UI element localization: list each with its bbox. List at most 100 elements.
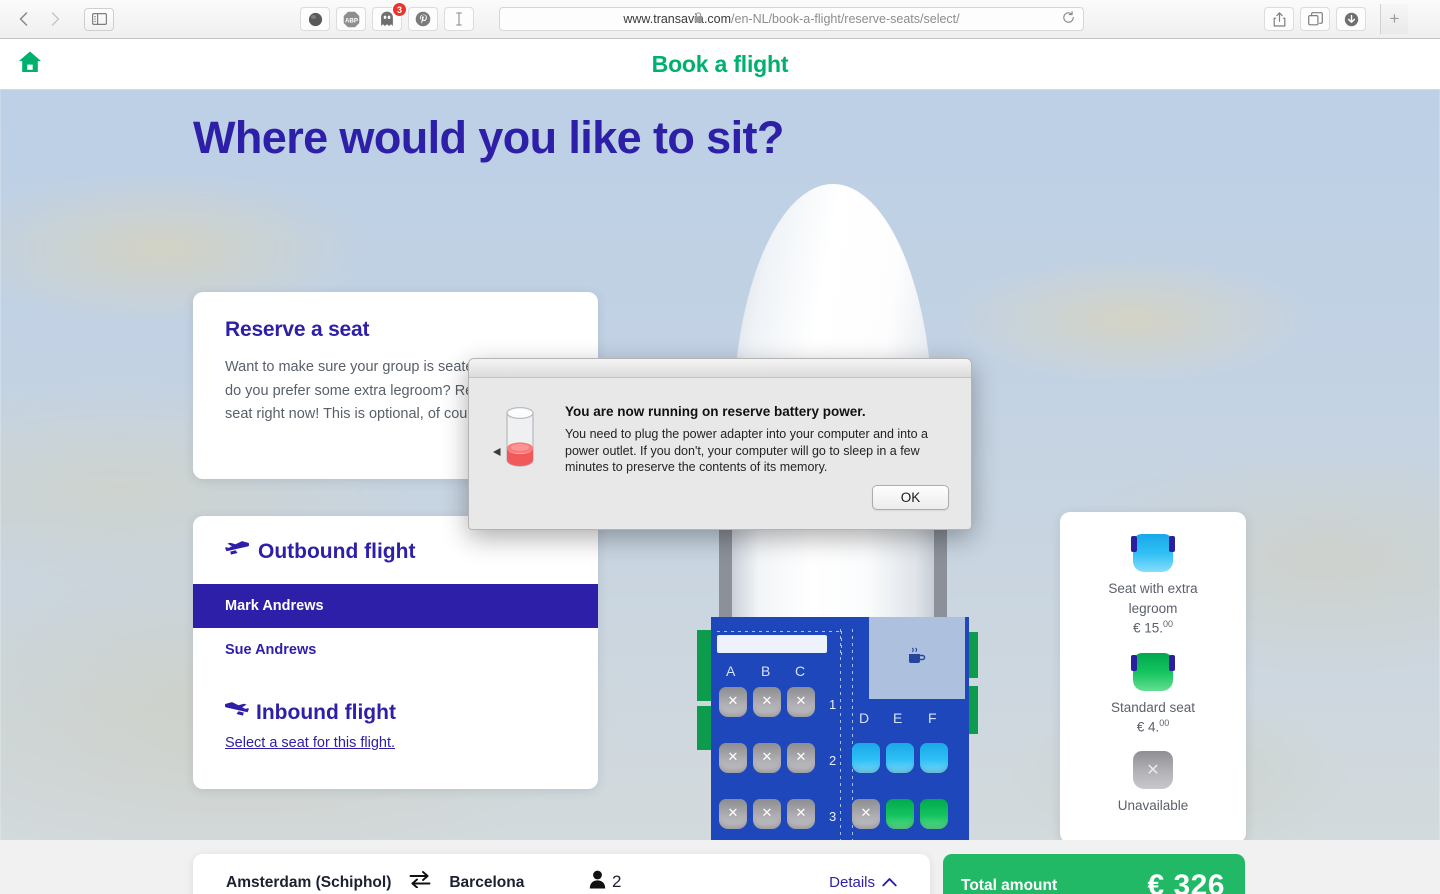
reload-button[interactable] <box>1062 11 1075 27</box>
inbound-flight-label: Inbound flight <box>256 701 396 724</box>
reload-icon <box>1063 11 1074 23</box>
seat-armrest-left <box>1130 536 1137 552</box>
reserve-card-title: Reserve a seat <box>225 318 370 341</box>
inbound-flight-header: Inbound flight <box>193 672 598 735</box>
share-button[interactable] <box>1264 7 1294 31</box>
seat-1C[interactable]: ✕ <box>787 687 815 717</box>
seat-3A[interactable]: ✕ <box>719 799 747 829</box>
legend-currency: € <box>1136 719 1145 734</box>
seat-2F[interactable] <box>920 743 948 773</box>
column-label-d: D <box>859 710 870 726</box>
page-heading: Where would you like to sit? <box>193 112 784 163</box>
seat-unavailable-mark: ✕ <box>860 804 872 820</box>
row-label-3: 3 <box>829 809 837 824</box>
seat-3F[interactable] <box>920 799 948 829</box>
outbound-flight-label: Outbound flight <box>258 540 416 563</box>
seat-1A[interactable]: ✕ <box>719 687 747 717</box>
seat-unavailable-mark: ✕ <box>727 692 739 708</box>
swap-icon <box>409 871 431 894</box>
seat-armrest-right <box>1168 536 1175 552</box>
galley-icon <box>906 645 928 671</box>
legend-label-line2: legroom <box>1128 601 1178 616</box>
seat-legend-card: Seat with extra legroom € 15.00 Standard… <box>1060 512 1246 843</box>
passenger-name: Sue Andrews <box>225 642 317 658</box>
forward-button[interactable] <box>40 8 70 31</box>
close-icon: ✕ <box>1146 762 1160 779</box>
dialog-titlebar[interactable] <box>469 359 971 378</box>
legend-label-line1: Seat with extra <box>1108 581 1198 596</box>
share-icon <box>1273 11 1285 27</box>
ghostery-badge: 3 <box>392 2 407 17</box>
page-title: Book a flight <box>651 50 789 77</box>
total-amount-label: Total amount <box>961 877 1058 894</box>
lavatory-area <box>717 635 827 653</box>
ghostery-extension-button[interactable]: 3 <box>372 2 407 31</box>
seat-2D[interactable] <box>852 743 880 773</box>
select-inbound-seat-link[interactable]: Select a seat for this flight. <box>193 735 598 751</box>
legend-label-line1: Unavailable <box>1117 798 1189 813</box>
seat-3B[interactable]: ✕ <box>753 799 781 829</box>
column-label-a: A <box>726 663 736 679</box>
seat-3D[interactable]: ✕ <box>852 799 880 829</box>
row-label-2: 2 <box>829 753 837 768</box>
dark-circle-icon <box>308 12 322 26</box>
legend-currency: € <box>1132 620 1141 636</box>
dialog-title: You are now running on reserve battery p… <box>565 404 866 419</box>
url-domain: www.transavia.com <box>623 12 732 26</box>
adblock-plus-icon: ABP <box>343 11 359 27</box>
passenger-count: 2 <box>612 872 622 891</box>
booking-summary-card: Amsterdam (Schiphol) Barcelona 1 October… <box>193 854 930 894</box>
legend-price-extra: € 15.00 <box>1133 619 1173 636</box>
seat-1B[interactable]: ✕ <box>753 687 781 717</box>
legend-seat-extra-icon <box>1130 534 1175 572</box>
airplane-depart-icon <box>225 538 250 566</box>
legend-amount: 4. <box>1148 719 1160 734</box>
sidebar-toggle-button[interactable] <box>84 7 114 31</box>
passenger-count-group: 2 <box>589 870 621 894</box>
dialog-ok-button[interactable]: OK <box>872 485 949 510</box>
column-label-b: B <box>761 663 771 679</box>
lock-icon <box>694 12 703 26</box>
dark-circle-extension-button[interactable] <box>300 7 330 31</box>
browser-actions-group <box>1264 7 1366 31</box>
pinterest-extension-button[interactable] <box>408 7 438 31</box>
seat-3C[interactable]: ✕ <box>787 799 815 829</box>
cabin-divider-top <box>717 631 842 632</box>
passenger-row-mark-andrews[interactable]: Mark Andrews <box>193 584 598 628</box>
new-tab-button[interactable]: + <box>1380 4 1408 34</box>
ghost-icon <box>381 11 393 26</box>
seat-unavailable-mark: ✕ <box>727 804 739 820</box>
details-toggle[interactable]: Details <box>829 874 897 891</box>
origin-city: Amsterdam (Schiphol) <box>226 873 392 891</box>
seat-unavailable-mark: ✕ <box>795 692 807 708</box>
extensions-group: ABP 3 <box>300 2 474 31</box>
browser-nav-group <box>8 7 114 31</box>
downloads-button[interactable] <box>1336 7 1366 31</box>
back-button[interactable] <box>8 8 38 31</box>
passenger-row-sue-andrews[interactable]: Sue Andrews <box>193 628 598 672</box>
url-text: www.transavia.com/en-NL/book-a-flight/re… <box>500 12 1083 26</box>
seat-unavailable-mark: ✕ <box>795 804 807 820</box>
seat-unavailable-mark: ✕ <box>795 748 807 764</box>
cabin-divider-right <box>841 631 842 655</box>
seat-2A[interactable]: ✕ <box>719 743 747 773</box>
seat-3E[interactable] <box>886 799 914 829</box>
address-bar[interactable]: www.transavia.com/en-NL/book-a-flight/re… <box>499 7 1084 31</box>
reader-extension-button[interactable] <box>444 7 474 31</box>
dialog-body: You need to plug the power adapter into … <box>565 427 928 474</box>
details-label: Details <box>829 874 875 891</box>
legend-item-unavailable: ✕ Unavailable <box>1117 751 1189 816</box>
legend-label-line1: Standard seat <box>1110 699 1196 715</box>
site-header: Book a flight <box>0 39 1440 89</box>
column-label-c: C <box>795 663 806 679</box>
download-icon <box>1344 12 1358 26</box>
seat-2B[interactable]: ✕ <box>753 743 781 773</box>
seat-2C[interactable]: ✕ <box>787 743 815 773</box>
seat-unavailable-mark: ✕ <box>727 748 739 764</box>
battery-icon <box>491 404 551 479</box>
adblock-plus-extension-button[interactable]: ABP <box>336 7 366 31</box>
seat-2E[interactable] <box>886 743 914 773</box>
seat-unavailable-mark: ✕ <box>761 692 773 708</box>
show-tabs-button[interactable] <box>1300 7 1330 31</box>
total-amount-box: Total amount € 326 <box>943 854 1245 894</box>
